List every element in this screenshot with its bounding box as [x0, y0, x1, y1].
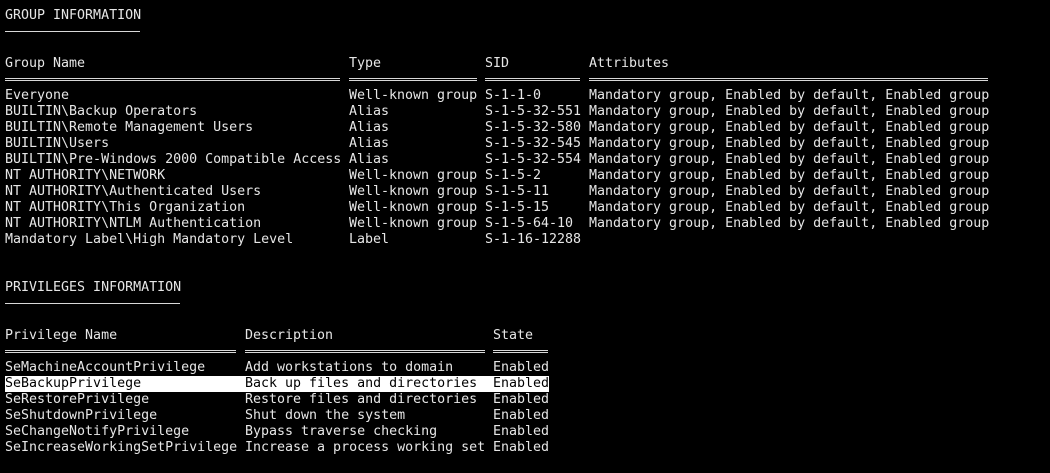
privilege-row-name: SeIncreaseWorkingSetPrivilege: [5, 440, 238, 455]
group-row-sid: S-1-1-0: [485, 88, 542, 103]
group-row-sid: S-1-5-64-10: [485, 216, 574, 231]
group-row-type: Alias: [349, 104, 390, 119]
group-row-attributes: Mandatory group, Enabled by default, Ena…: [589, 104, 990, 119]
group-row-attributes: Mandatory group, Enabled by default, Ena…: [589, 168, 990, 183]
group-row-type: Well-known group: [349, 216, 478, 231]
privilege-row-name: SeShutdownPrivilege: [5, 408, 158, 423]
privilege-row-state: Enabled: [493, 392, 550, 407]
group-row-attributes: Mandatory group, Enabled by default, Ena…: [589, 216, 990, 231]
privilege-header-name: Privilege Name: [5, 328, 118, 343]
privilege-header-separator: [5, 350, 236, 353]
privileges-title-underline: [5, 303, 180, 304]
group-row-type: Alias: [349, 152, 390, 167]
group-row-name: NT AUTHORITY\NETWORK: [5, 168, 166, 183]
group-header-type: Type: [349, 56, 382, 71]
privilege-row-state: Enabled: [493, 360, 550, 375]
privilege-row-state: Enabled: [493, 376, 550, 391]
group-row-attributes: Mandatory group, Enabled by default, Ena…: [589, 136, 990, 151]
privilege-row-name: SeBackupPrivilege: [5, 376, 142, 391]
group-header-separator: [589, 78, 988, 81]
privilege-row-description: Increase a process working set: [245, 440, 486, 455]
privilege-row-description: Bypass traverse checking: [245, 424, 438, 439]
group-row-sid: S-1-16-12288: [485, 232, 582, 247]
group-row-name: Everyone: [5, 88, 70, 103]
group-row-type: Label: [349, 232, 390, 247]
group-row-name: Mandatory Label\High Mandatory Level: [5, 232, 294, 247]
privilege-row-state: Enabled: [493, 424, 550, 439]
group-header-separator: [349, 78, 477, 81]
group-row-attributes: Mandatory group, Enabled by default, Ena…: [589, 120, 990, 135]
privilege-row-description: Restore files and directories: [245, 392, 478, 407]
group-row-attributes: Mandatory group, Enabled by default, Ena…: [589, 184, 990, 199]
group-header-attributes: Attributes: [589, 56, 670, 71]
privilege-header-separator: [245, 350, 485, 353]
group-row-type: Well-known group: [349, 88, 478, 103]
group-header-separator: [485, 78, 580, 81]
privilege-header-state: State: [493, 328, 534, 343]
privilege-header-description: Description: [245, 328, 334, 343]
privilege-row-state: Enabled: [493, 408, 550, 423]
group-row-type: Well-known group: [349, 184, 478, 199]
privilege-row-state: Enabled: [493, 440, 550, 455]
group-row-sid: S-1-5-32-545: [485, 136, 582, 151]
group-row-sid: S-1-5-11: [485, 184, 550, 199]
group-row-name: BUILTIN\Backup Operators: [5, 104, 198, 119]
group-row-name: BUILTIN\Users: [5, 136, 110, 151]
group-row-type: Well-known group: [349, 200, 478, 215]
group-row-sid: S-1-5-32-554: [485, 152, 582, 167]
group-row-name: NT AUTHORITY\Authenticated Users: [5, 184, 262, 199]
group-row-sid: S-1-5-32-580: [485, 120, 582, 135]
group-section-title: GROUP INFORMATION: [5, 8, 142, 23]
group-row-name: BUILTIN\Remote Management Users: [5, 120, 254, 135]
privileges-section-title: PRIVILEGES INFORMATION: [5, 280, 182, 295]
group-header-separator: [5, 78, 340, 81]
group-header-name: Group Name: [5, 56, 86, 71]
group-row-name: NT AUTHORITY\NTLM Authentication: [5, 216, 262, 231]
group-row-sid: S-1-5-32-551: [485, 104, 582, 119]
privilege-row-description: Add workstations to domain: [245, 360, 454, 375]
terminal-output: GROUP INFORMATION Group Name Type SID At…: [0, 0, 1050, 473]
group-row-name: NT AUTHORITY\This Organization: [5, 200, 246, 215]
group-row-sid: S-1-5-15: [485, 200, 550, 215]
group-row-type: Alias: [349, 136, 390, 151]
group-row-type: Well-known group: [349, 168, 478, 183]
privilege-header-separator: [493, 350, 548, 353]
privilege-row-description: Back up files and directories: [245, 376, 478, 391]
group-title-underline: [5, 31, 140, 32]
group-header-sid: SID: [485, 56, 510, 71]
privilege-row-description: Shut down the system: [245, 408, 406, 423]
group-row-attributes: Mandatory group, Enabled by default, Ena…: [589, 152, 990, 167]
group-row-attributes: Mandatory group, Enabled by default, Ena…: [589, 88, 990, 103]
privilege-row-name: SeChangeNotifyPrivilege: [5, 424, 190, 439]
group-row-type: Alias: [349, 120, 390, 135]
group-row-name: BUILTIN\Pre-Windows 2000 Compatible Acce…: [5, 152, 342, 167]
privilege-row-name: SeMachineAccountPrivilege: [5, 360, 206, 375]
group-row-attributes: Mandatory group, Enabled by default, Ena…: [589, 200, 990, 215]
privilege-row-name: SeRestorePrivilege: [5, 392, 150, 407]
group-row-sid: S-1-5-2: [485, 168, 542, 183]
